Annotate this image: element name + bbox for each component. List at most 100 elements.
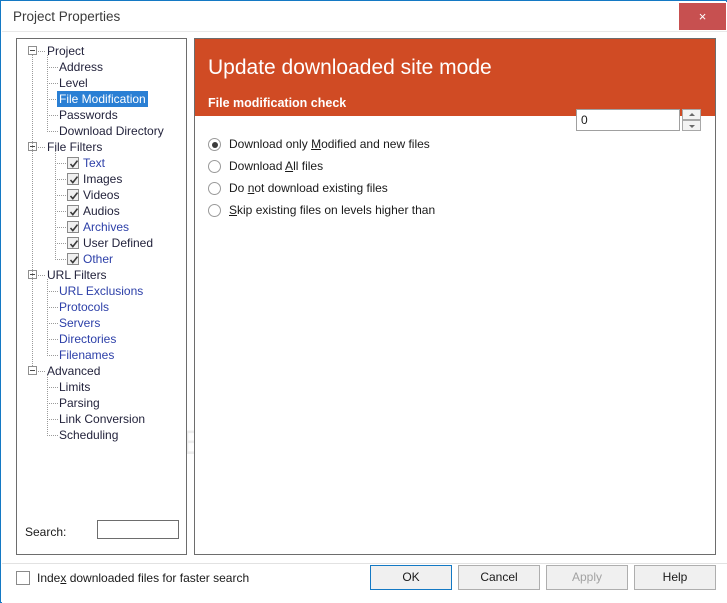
tree-item-label: Videos — [83, 188, 120, 202]
tree-item-label: Audios — [83, 204, 120, 218]
tree-item-archives[interactable]: Archives — [17, 219, 186, 235]
spinner-down-arrow-icon — [688, 124, 695, 128]
tree-guide-trunk-root — [32, 55, 33, 367]
close-button[interactable]: × — [679, 3, 726, 30]
tree-item-label: Level — [59, 76, 88, 90]
close-icon: × — [698, 9, 707, 24]
cancel-button[interactable]: Cancel — [458, 565, 540, 590]
dialog-client-area: SOFTPEDIA ProjectAddressLevelFile Modifi… — [2, 32, 727, 603]
tree-item-checkbox[interactable] — [67, 157, 79, 169]
navigation-tree[interactable]: Project Address Level File Modification Pass… — [17, 39, 186, 511]
tree-item-link-conversion[interactable]: Link Conversion — [17, 411, 186, 427]
tree-item-label: Limits — [59, 380, 91, 394]
radio-label-do-not-download-existing: Do not download existing files — [229, 181, 388, 195]
tree-item-limits[interactable]: Limits — [17, 379, 186, 395]
ok-button[interactable]: OK — [370, 565, 452, 590]
radio-label-skip-existing-levels: Skip existing files on levels higher tha… — [229, 203, 436, 217]
index-files-label: Index downloaded files for faster search — [37, 571, 250, 585]
tree-item-download-directory[interactable]: Download Directory — [17, 123, 186, 139]
radio-button-download-all[interactable] — [208, 160, 221, 173]
file-modification-radio-group: Download only Modified and new files Down… — [195, 39, 715, 479]
tree-item-text[interactable]: Text — [17, 155, 186, 171]
tree-item-checkbox[interactable] — [67, 173, 79, 185]
level-spinner — [576, 109, 702, 131]
tree-guide-line — [38, 51, 45, 52]
tree-item-label: Archives — [83, 220, 130, 234]
tree-item-scheduling[interactable]: Scheduling — [17, 427, 186, 443]
tree-item-label: URL Exclusions — [59, 284, 144, 298]
tree-item-protocols[interactable]: Protocols — [17, 299, 186, 315]
tree-item-label: Parsing — [59, 396, 100, 410]
tree-item-file-modification[interactable]: File Modification — [17, 91, 186, 107]
tree-item-checkbox[interactable] — [67, 205, 79, 217]
tree-item-label: Text — [83, 156, 106, 170]
tree-guide-line — [55, 195, 66, 196]
radio-button-skip-existing-levels[interactable] — [208, 204, 221, 217]
tree-item-label: Servers — [59, 316, 101, 330]
settings-content-panel: Update downloaded site mode File modific… — [194, 38, 716, 555]
spinner-up-button[interactable] — [682, 109, 701, 120]
tree-item-checkbox[interactable] — [67, 253, 79, 265]
tree-item-passwords[interactable]: Passwords — [17, 107, 186, 123]
tree-item-label: Filenames — [59, 348, 115, 362]
tree-item-directories[interactable]: Directories — [17, 331, 186, 347]
accelerator-char: S — [229, 203, 238, 217]
accelerator-char: n — [247, 181, 255, 195]
radio-label-download-all: Download All files — [229, 159, 324, 173]
tree-item-level[interactable]: Level — [17, 75, 186, 91]
tree-item-videos[interactable]: Videos — [17, 187, 186, 203]
tree-expander-collapse-icon[interactable] — [28, 46, 37, 55]
tree-guide-line — [55, 179, 66, 180]
tree-item-checkbox[interactable] — [67, 189, 79, 201]
tree-item-label: Advanced — [47, 364, 101, 378]
tree-guide-line — [55, 243, 66, 244]
tree-guide-trunk-project — [47, 55, 48, 131]
tree-guide-trunk-filefilters — [55, 151, 56, 259]
tree-item-project[interactable]: Project — [17, 43, 186, 59]
index-files-checkbox[interactable] — [16, 571, 30, 585]
tree-expander-collapse-icon[interactable] — [28, 366, 37, 375]
tree-item-advanced[interactable]: Advanced — [17, 363, 186, 379]
dialog-body: SOFTPEDIA ProjectAddressLevelFile Modifi… — [2, 32, 727, 603]
accelerator-char: A — [285, 159, 294, 173]
bottom-divider — [2, 563, 727, 564]
tree-item-file-filters[interactable]: File Filters — [17, 139, 186, 155]
tree-item-filenames[interactable]: Filenames — [17, 347, 186, 363]
tree-item-other[interactable]: Other — [17, 251, 186, 267]
tree-item-images[interactable]: Images — [17, 171, 186, 187]
tree-guide-line — [55, 259, 66, 260]
tree-item-label: Passwords — [59, 108, 118, 122]
tree-item-checkbox[interactable] — [67, 221, 79, 233]
tree-guide-line — [38, 275, 45, 276]
tree-item-servers[interactable]: Servers — [17, 315, 186, 331]
tree-item-user-defined[interactable]: User Defined — [17, 235, 186, 251]
radio-button-download-modified[interactable] — [208, 138, 221, 151]
tree-item-label: Address — [59, 60, 104, 74]
tree-item-url-exclusions[interactable]: URL Exclusions — [17, 283, 186, 299]
tree-search-row: Search: — [17, 511, 186, 554]
spinner-down-button[interactable] — [682, 120, 701, 131]
tree-guide-line — [55, 163, 66, 164]
level-spinner-input[interactable] — [576, 109, 680, 131]
search-input[interactable] — [97, 520, 179, 539]
radio-button-do-not-download-existing[interactable] — [208, 182, 221, 195]
radio-label-download-modified: Download only Modified and new files — [229, 137, 430, 151]
window-title: Project Properties — [13, 9, 121, 24]
search-label: Search: — [25, 525, 67, 539]
help-button[interactable]: Help — [634, 565, 716, 590]
tree-item-label: User Defined — [83, 236, 154, 250]
tree-item-label: File Modification — [57, 91, 148, 107]
project-properties-window: Project Properties × SOFTPEDIA ProjectAd… — [0, 0, 727, 603]
tree-item-parsing[interactable]: Parsing — [17, 395, 186, 411]
apply-button[interactable]: Apply — [546, 565, 628, 590]
tree-item-url-filters[interactable]: URL Filters — [17, 267, 186, 283]
tree-guide-trunk-urlfilters — [47, 279, 48, 355]
tree-item-checkbox[interactable] — [67, 237, 79, 249]
accelerator-char: M — [311, 137, 322, 151]
tree-item-label: Protocols — [59, 300, 110, 314]
tree-item-audios[interactable]: Audios — [17, 203, 186, 219]
tree-item-label: URL Filters — [47, 268, 107, 282]
tree-item-label: Download Directory — [59, 124, 164, 138]
tree-item-label: Link Conversion — [59, 412, 146, 426]
tree-item-address[interactable]: Address — [17, 59, 186, 75]
